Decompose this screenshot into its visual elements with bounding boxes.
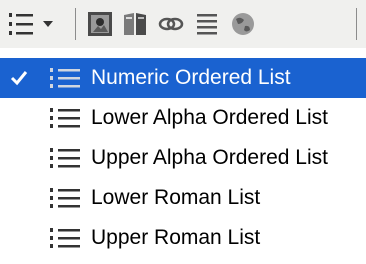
menu-item-upper-alpha-ordered-list[interactable]: Upper Alpha Ordered List: [0, 138, 366, 178]
globe-icon[interactable]: [228, 10, 258, 38]
ordered-list-icon[interactable]: [6, 10, 36, 38]
menu-item-label: Lower Alpha Ordered List: [91, 106, 328, 129]
toolbar: [0, 0, 366, 48]
lower-roman-list-icon: [50, 188, 80, 208]
menu-item-label: Upper Alpha Ordered List: [91, 146, 328, 169]
checkmark-icon: [10, 71, 28, 86]
menu-item-lower-roman-list[interactable]: Lower Roman List: [0, 178, 366, 218]
menu-item-label: Numeric Ordered List: [91, 66, 291, 89]
image-icon[interactable]: [85, 10, 115, 38]
menu-item-upper-roman-list[interactable]: Upper Roman List: [0, 218, 366, 258]
dropdown-arrow-icon[interactable]: [40, 10, 56, 38]
list-style-menu: Numeric Ordered List Lower Alpha Ordered…: [0, 58, 366, 258]
lower-alpha-list-icon: [50, 108, 80, 128]
book-icon[interactable]: [120, 10, 150, 38]
upper-roman-list-icon: [50, 228, 80, 248]
numeric-list-icon: [50, 68, 80, 88]
menu-item-lower-alpha-ordered-list[interactable]: Lower Alpha Ordered List: [0, 98, 366, 138]
upper-alpha-list-icon: [50, 148, 80, 168]
toolbar-separator: [356, 8, 357, 40]
menu-item-label: Lower Roman List: [91, 186, 261, 209]
menu-item-label: Upper Roman List: [91, 226, 261, 249]
link-icon[interactable]: [156, 10, 186, 38]
toolbar-separator: [75, 8, 76, 40]
menu-item-numeric-ordered-list[interactable]: Numeric Ordered List: [0, 58, 366, 98]
text-align-icon[interactable]: [192, 10, 222, 38]
